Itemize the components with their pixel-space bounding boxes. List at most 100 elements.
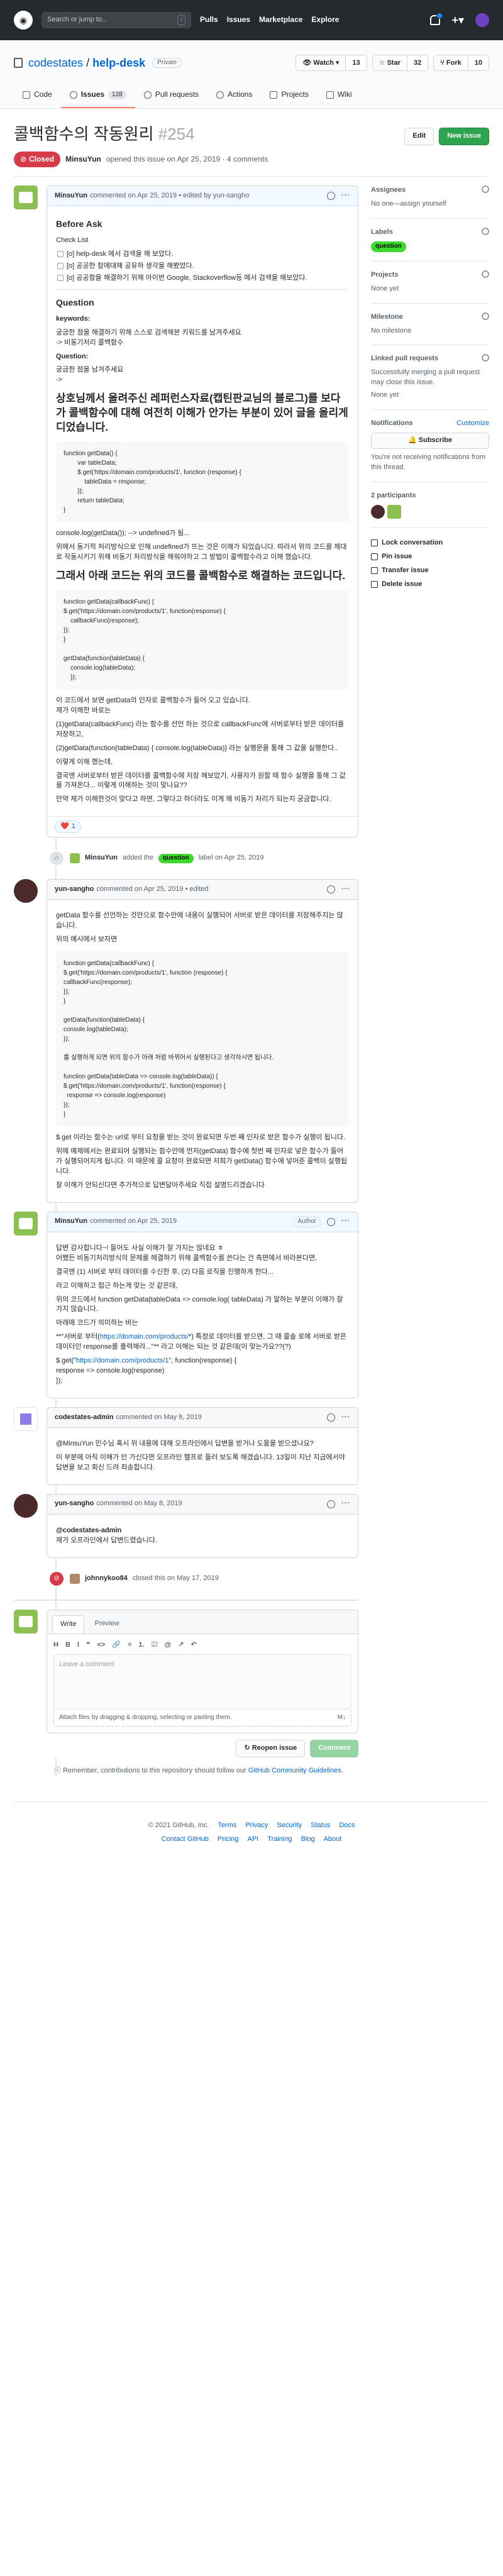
event-actor[interactable]: MinsuYun — [85, 853, 118, 863]
tab-issues[interactable]: Issues 128 — [60, 83, 135, 108]
tab-code[interactable]: Code — [14, 83, 61, 108]
comment-author[interactable]: MinsuYun — [55, 191, 87, 201]
add-reaction-icon[interactable] — [327, 885, 335, 894]
gear-icon[interactable] — [482, 270, 489, 278]
question-label-badge[interactable]: question — [158, 854, 194, 863]
create-new-plus-icon[interactable]: +▾ — [451, 12, 464, 28]
heart-reaction[interactable]: ❤️ 1 — [55, 821, 81, 834]
quote-icon[interactable]: ❝ — [86, 1640, 90, 1650]
transfer-issue[interactable]: Transfer issue — [371, 566, 489, 576]
code-icon[interactable]: <> — [97, 1640, 105, 1650]
subscribe-button[interactable]: 🔔 Subscribe — [371, 433, 489, 450]
tab-preview[interactable]: Preview — [87, 1615, 126, 1633]
avatar[interactable] — [14, 879, 38, 904]
avatar[interactable] — [387, 504, 401, 519]
nav-marketplace[interactable]: Marketplace — [259, 14, 302, 25]
comment-author[interactable]: codestates-admin — [55, 1413, 114, 1423]
comment-author[interactable]: yun-sangho — [55, 885, 94, 895]
comment-options-icon[interactable]: ··· — [341, 885, 350, 895]
domain-link[interactable]: https://domain.com/products/ — [100, 1333, 189, 1341]
comment-options-icon[interactable]: ··· — [341, 1413, 350, 1423]
edit-title-button[interactable]: Edit — [404, 128, 434, 145]
heading-icon[interactable]: H — [53, 1640, 58, 1650]
tab-wiki[interactable]: Wiki — [318, 83, 361, 108]
add-reaction-icon[interactable] — [327, 192, 335, 201]
checkbox[interactable] — [57, 262, 64, 269]
comment-options-icon[interactable]: ··· — [341, 1217, 350, 1227]
assignees-value[interactable]: No one—assign yourself — [371, 199, 489, 209]
fork-count[interactable]: 10 — [468, 55, 489, 70]
delete-issue[interactable]: Delete issue — [371, 580, 489, 590]
footer-link-blog[interactable]: Blog — [301, 1835, 315, 1845]
saved-reply-icon[interactable]: ↶ — [191, 1640, 196, 1650]
notifications-bell-icon[interactable] — [430, 13, 443, 25]
nav-issues[interactable]: Issues — [227, 14, 250, 25]
community-guidelines-link[interactable]: GitHub Community Guidelines — [248, 1767, 341, 1774]
user-avatar-menu[interactable] — [475, 13, 489, 27]
attach-files-area[interactable]: Attach files by dragging & dropping, sel… — [53, 1709, 351, 1727]
add-reaction-icon[interactable] — [327, 1413, 335, 1422]
gear-icon[interactable] — [482, 354, 489, 362]
tab-projects[interactable]: Projects — [261, 83, 317, 108]
comment-button[interactable]: Comment — [310, 1740, 358, 1758]
link-icon[interactable]: 🔗 — [112, 1640, 121, 1650]
footer-link-pricing[interactable]: Pricing — [218, 1835, 239, 1845]
footer-link-about[interactable]: About — [324, 1835, 342, 1845]
tab-write[interactable]: Write — [52, 1615, 85, 1633]
add-reaction-icon[interactable] — [327, 1217, 335, 1226]
watch-count[interactable]: 13 — [346, 55, 367, 70]
comment-author[interactable]: MinsuYun — [55, 1217, 87, 1227]
gear-icon[interactable] — [482, 228, 489, 236]
checkbox[interactable] — [57, 274, 64, 281]
bullet-list-icon[interactable]: ≡ — [128, 1640, 131, 1650]
tab-actions[interactable]: Actions — [207, 83, 261, 108]
event-actor[interactable]: johnnykoo84 — [85, 1574, 128, 1584]
gear-icon[interactable] — [482, 312, 489, 320]
avatar[interactable] — [14, 1493, 38, 1518]
issue-author[interactable]: MinsuYun — [65, 154, 101, 165]
comment-textarea[interactable]: Leave a comment — [53, 1654, 351, 1710]
customize-link[interactable]: Customize — [456, 419, 489, 429]
reopen-issue-button[interactable]: ↻ Reopen issue — [236, 1740, 306, 1758]
footer-link-privacy[interactable]: Privacy — [245, 1821, 268, 1831]
lock-conversation[interactable]: Lock conversation — [371, 538, 489, 548]
italic-icon[interactable]: I — [77, 1640, 79, 1650]
footer-link-status[interactable]: Status — [311, 1821, 330, 1831]
star-count[interactable]: 32 — [407, 55, 428, 70]
tab-pull-requests[interactable]: Pull requests — [135, 83, 207, 108]
numbered-list-icon[interactable]: 1. — [138, 1640, 144, 1650]
mention[interactable]: @codestates-admin — [56, 1527, 121, 1534]
question-label-badge[interactable]: question — [371, 241, 406, 252]
footer-link-training[interactable]: Training — [267, 1835, 292, 1845]
new-issue-button[interactable]: New issue — [439, 128, 489, 145]
github-logo-icon[interactable]: ◉ — [14, 11, 33, 30]
add-reaction-icon[interactable] — [327, 1500, 335, 1508]
watch-button[interactable]: 👁 Watch ▾ 13 — [296, 55, 367, 71]
nav-pulls[interactable]: Pulls — [200, 14, 218, 25]
footer-link-security[interactable]: Security — [277, 1821, 302, 1831]
avatar[interactable] — [14, 185, 38, 210]
comment-author[interactable]: yun-sangho — [55, 1499, 94, 1509]
task-list-icon[interactable]: ☑ — [152, 1640, 158, 1650]
checkbox[interactable] — [57, 250, 64, 257]
avatar[interactable] — [14, 1407, 38, 1432]
cross-reference-icon[interactable]: ↗ — [178, 1640, 184, 1650]
footer-link-terms[interactable]: Terms — [218, 1821, 236, 1831]
domain-link[interactable]: https://domain.com/products/1 — [76, 1357, 169, 1364]
footer-link-docs[interactable]: Docs — [339, 1821, 355, 1831]
nav-explore[interactable]: Explore — [311, 14, 339, 25]
pin-issue[interactable]: Pin issue — [371, 552, 489, 562]
comment-options-icon[interactable]: ··· — [341, 1499, 350, 1509]
avatar[interactable] — [371, 504, 385, 519]
avatar[interactable] — [70, 1573, 80, 1584]
avatar[interactable] — [70, 853, 80, 864]
fork-button[interactable]: ⑂ Fork 10 — [433, 55, 489, 71]
repo-name-link[interactable]: help-desk — [92, 55, 145, 71]
avatar[interactable] — [14, 1211, 38, 1235]
mention-icon[interactable]: @ — [164, 1640, 171, 1650]
gear-icon[interactable] — [482, 185, 489, 194]
footer-link-contact[interactable]: Contact GitHub — [162, 1835, 209, 1845]
footer-link-api[interactable]: API — [247, 1835, 258, 1845]
star-button[interactable]: ☆ Star 32 — [372, 55, 429, 71]
repo-owner-link[interactable]: codestates — [28, 55, 83, 71]
